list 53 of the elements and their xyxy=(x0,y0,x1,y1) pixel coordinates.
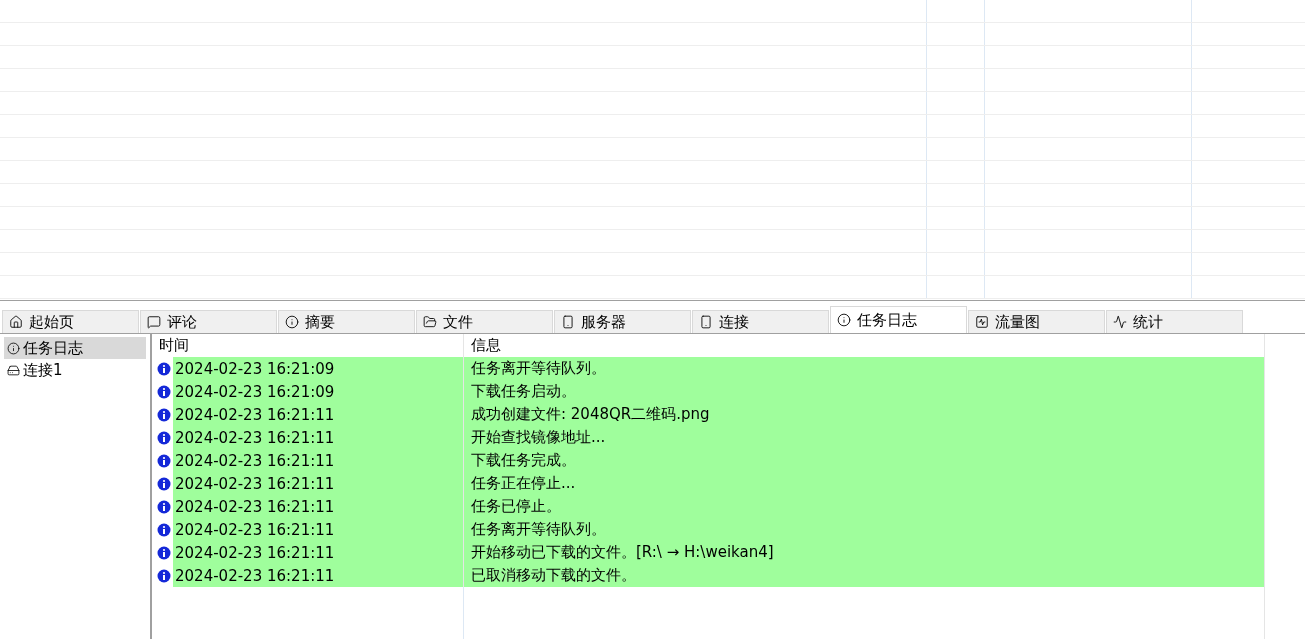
info-icon xyxy=(157,522,171,537)
table-cell: 2024-02-23 16:21:09 xyxy=(173,380,463,403)
drive-icon xyxy=(7,363,20,377)
tab[interactable]: 文件 xyxy=(416,310,553,333)
info-icon xyxy=(157,568,171,583)
table-cell: 下载任务完成。 xyxy=(464,449,1264,472)
table-cell: 2024-02-23 16:21:11 xyxy=(173,564,463,587)
info-icon xyxy=(157,430,171,445)
speech-bubble-icon xyxy=(147,315,161,329)
phone-icon xyxy=(561,315,575,329)
tab[interactable]: 摘要 xyxy=(278,310,415,333)
table-cell: 任务离开等待队列。 xyxy=(464,357,1264,380)
tab[interactable]: 流量图 xyxy=(968,310,1105,333)
table-cell: 2024-02-23 16:21:09 xyxy=(173,357,463,380)
table-cell: 2024-02-23 16:21:11 xyxy=(173,541,463,564)
phone-icon xyxy=(699,315,713,329)
sidebar-item[interactable]: 连接1 xyxy=(4,359,146,381)
tab[interactable]: 起始页 xyxy=(2,310,139,333)
info-icon xyxy=(157,476,171,491)
tab[interactable]: 任务日志 xyxy=(830,306,967,333)
chart-icon xyxy=(975,315,989,329)
table-cell: 任务离开等待队列。 xyxy=(464,518,1264,541)
table-cell: 任务已停止。 xyxy=(464,495,1264,518)
info-icon xyxy=(157,545,171,560)
folder-icon xyxy=(423,315,437,329)
table-cell: 已取消移动下载的文件。 xyxy=(464,564,1264,587)
table-cell: 2024-02-23 16:21:11 xyxy=(173,472,463,495)
info-icon xyxy=(157,361,171,376)
table-cell: 2024-02-23 16:21:11 xyxy=(173,426,463,449)
table-cell: 开始移动已下载的文件。[R:\ → H:\weikan4] xyxy=(464,541,1264,564)
tab[interactable]: 评论 xyxy=(140,310,277,333)
table-cell: 2024-02-23 16:21:11 xyxy=(173,403,463,426)
table-cell: 2024-02-23 16:21:11 xyxy=(173,518,463,541)
tab[interactable]: 统计 xyxy=(1106,310,1243,333)
table-cell: 2024-02-23 16:21:11 xyxy=(173,449,463,472)
tab[interactable]: 连接 xyxy=(692,310,829,333)
home-icon xyxy=(9,315,23,329)
pulse-icon xyxy=(1113,315,1127,329)
info-icon xyxy=(157,384,171,399)
table-cell: 开始查找镜像地址... xyxy=(464,426,1264,449)
info-icon xyxy=(157,499,171,514)
tab[interactable]: 服务器 xyxy=(554,310,691,333)
info-icon xyxy=(157,453,171,468)
column-header[interactable]: 信息 xyxy=(464,334,1264,357)
info-icon xyxy=(285,315,299,329)
table-cell: 成功创建文件: 2048QR二维码.png xyxy=(464,403,1264,426)
info-icon xyxy=(157,407,171,422)
table-cell: 2024-02-23 16:21:11 xyxy=(173,495,463,518)
sidebar-item[interactable]: 任务日志 xyxy=(4,337,146,359)
table-cell: 下载任务启动。 xyxy=(464,380,1264,403)
info-icon xyxy=(7,341,20,355)
info-icon xyxy=(837,313,851,327)
table-cell: 任务正在停止... xyxy=(464,472,1264,495)
